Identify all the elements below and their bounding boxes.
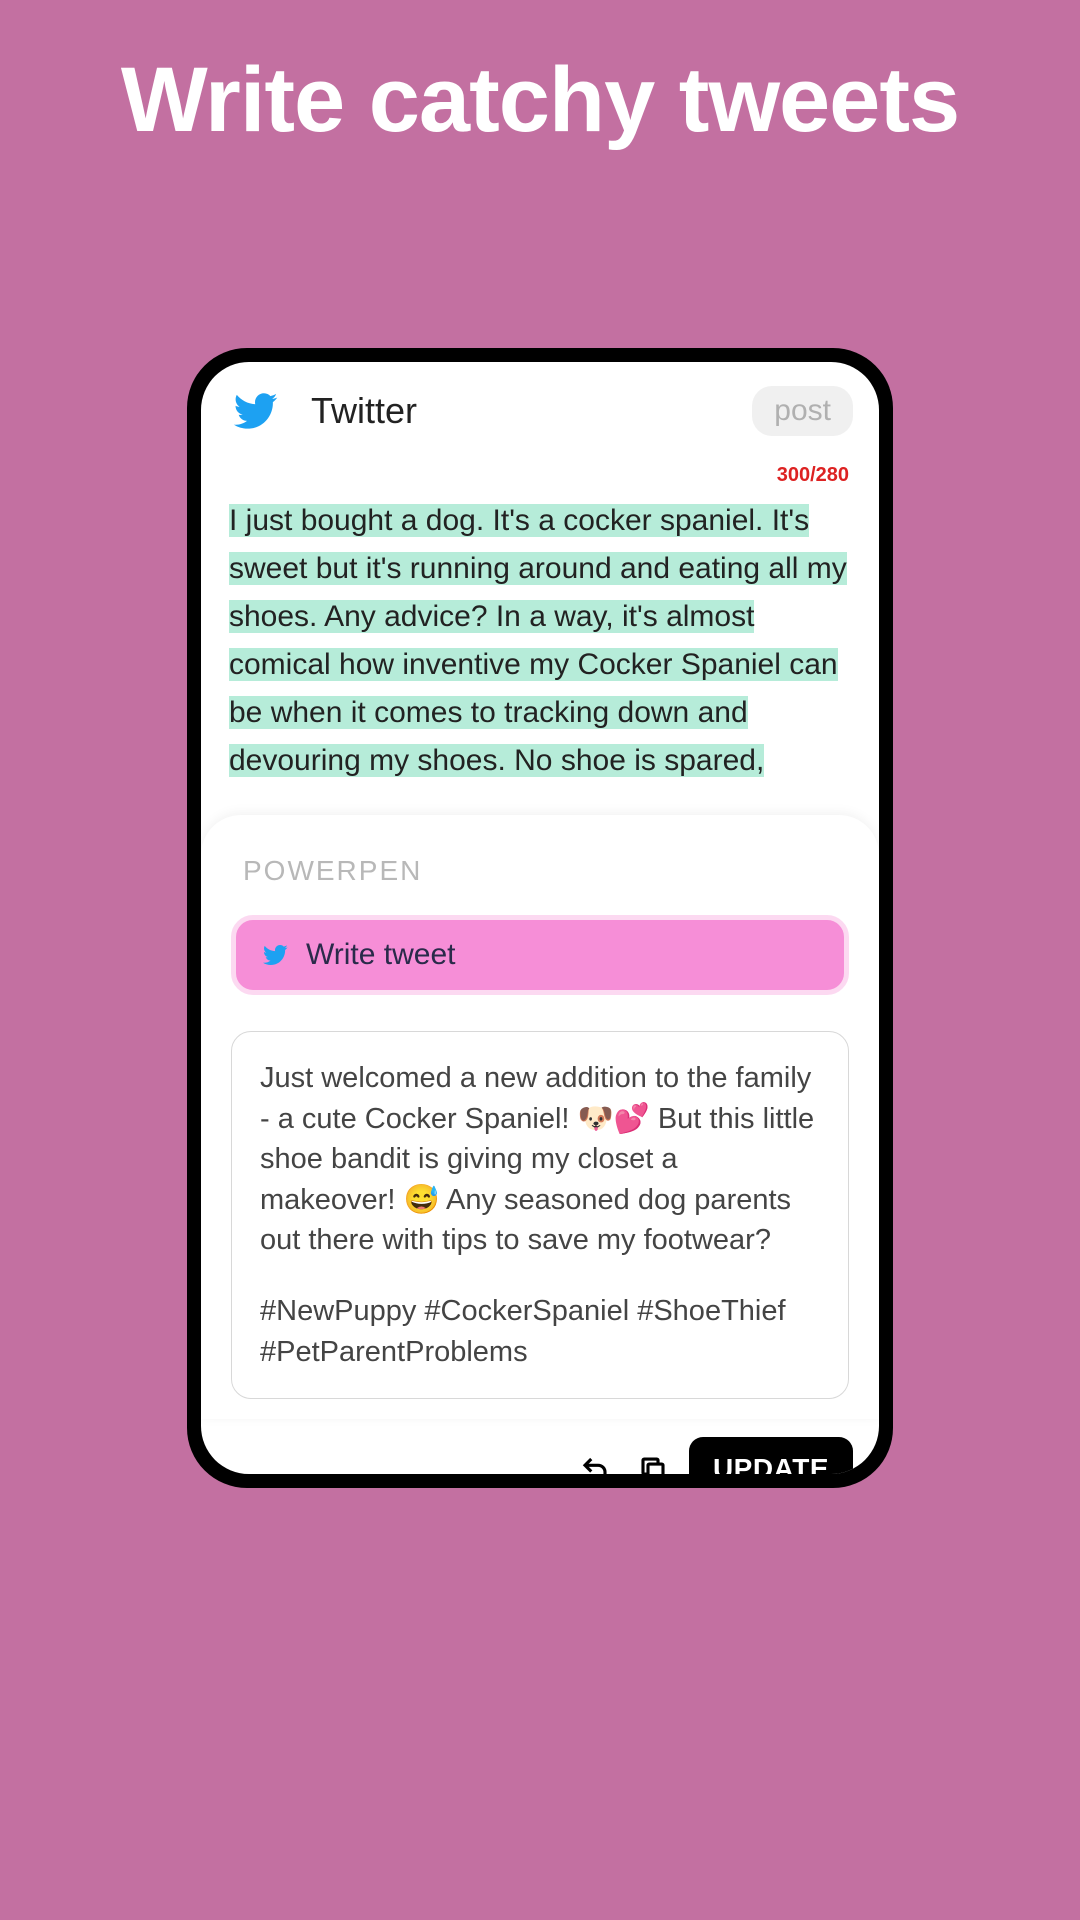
undo-icon	[580, 1454, 610, 1474]
compose-text-highlighted: I just bought a dog. It's a cocker spani…	[229, 504, 847, 777]
bottom-toolbar: UPDATE	[201, 1419, 879, 1474]
twitter-small-icon	[260, 942, 290, 968]
write-tweet-button[interactable]: Write tweet	[231, 915, 849, 995]
header-title: Twitter	[311, 390, 417, 432]
copy-icon	[638, 1454, 668, 1474]
char-counter: 300/280	[201, 450, 879, 491]
post-button[interactable]: post	[752, 386, 853, 436]
result-body: Just welcomed a new addition to the fami…	[260, 1058, 820, 1261]
write-tweet-label: Write tweet	[306, 938, 456, 972]
phone-screen: Twitter post 300/280 I just bought a dog…	[201, 362, 879, 1474]
undo-button[interactable]	[573, 1447, 617, 1474]
update-button[interactable]: UPDATE	[689, 1437, 853, 1474]
promo-headline: Write catchy tweets	[0, 0, 1080, 151]
header-left: Twitter	[227, 388, 417, 434]
powerpen-label: POWERPEN	[231, 855, 849, 887]
copy-button[interactable]	[631, 1447, 675, 1474]
phone-frame: Twitter post 300/280 I just bought a dog…	[187, 348, 893, 1488]
result-card: Just welcomed a new addition to the fami…	[231, 1031, 849, 1399]
twitter-logo-icon	[227, 388, 283, 434]
powerpen-panel: POWERPEN Write tweet Just welcomed a new…	[201, 815, 879, 1419]
compose-textarea[interactable]: I just bought a dog. It's a cocker spani…	[201, 491, 879, 785]
result-hashtags: #NewPuppy #CockerSpaniel #ShoeThief #Pet…	[260, 1291, 820, 1372]
app-header: Twitter post	[201, 362, 879, 450]
